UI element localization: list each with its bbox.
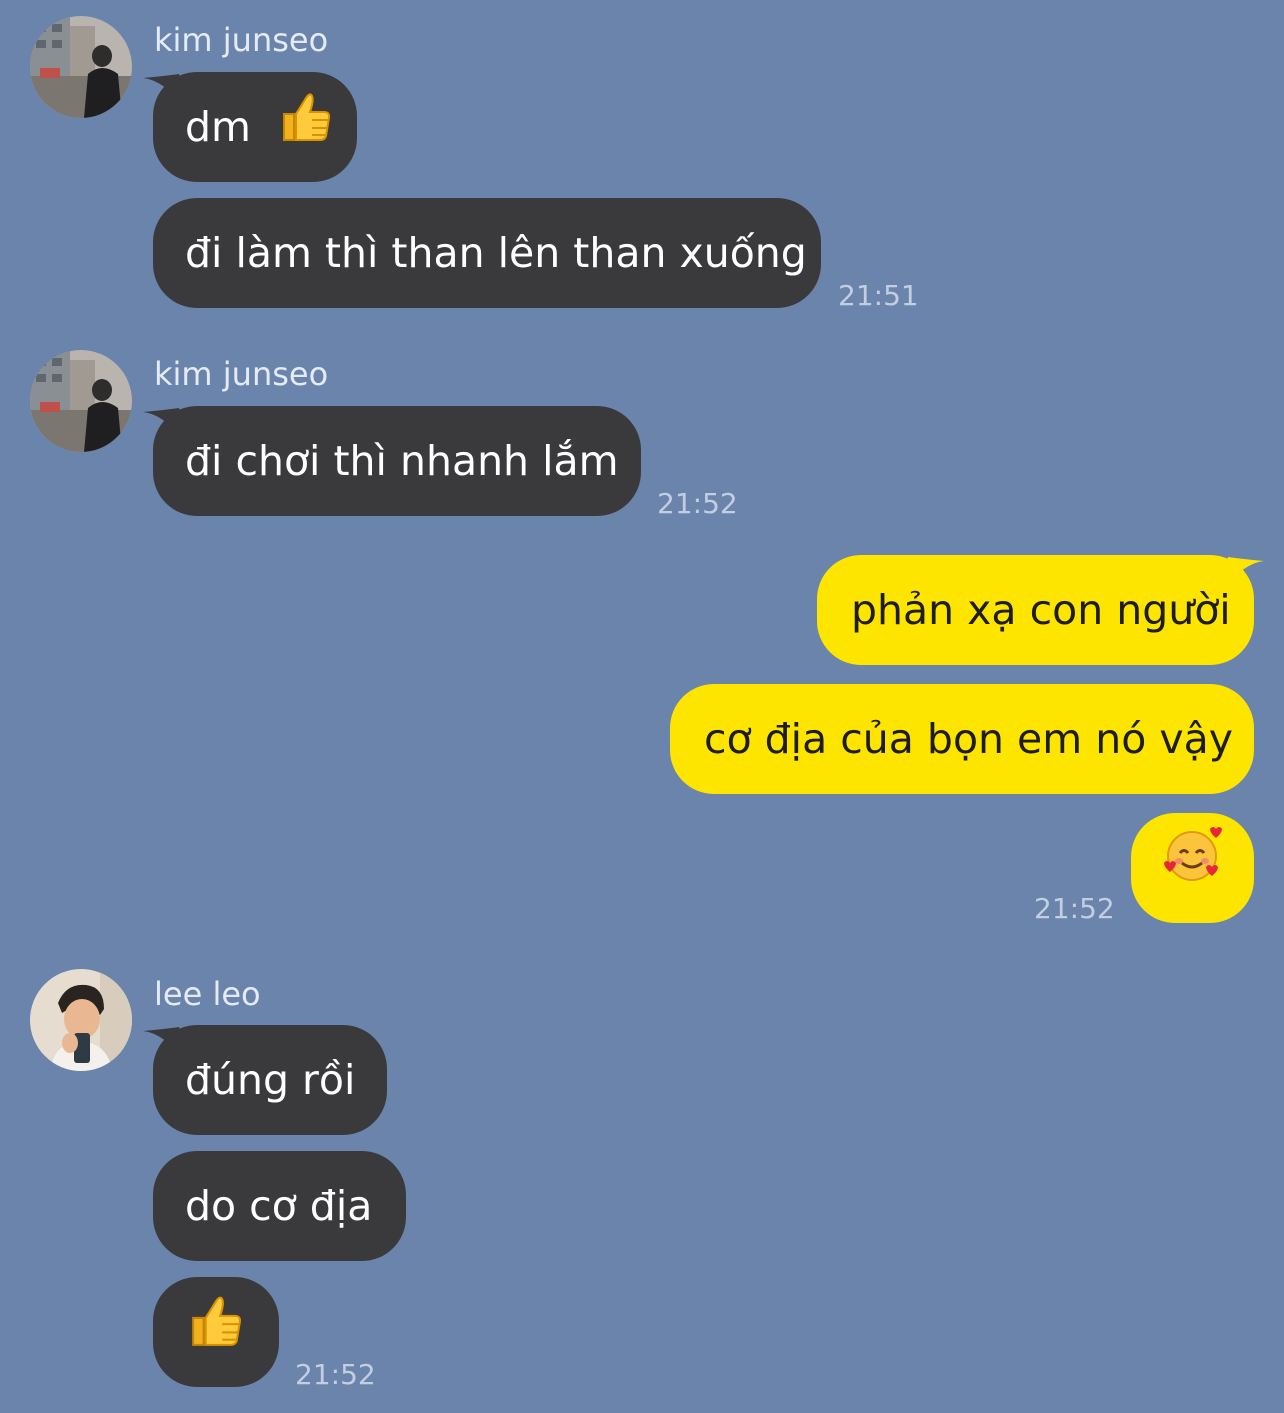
avatar-kim-junseo[interactable]	[30, 16, 132, 118]
message-text: cơ địa của bọn em nó vậy	[704, 715, 1233, 763]
message-bubble[interactable]: đúng rồi	[143, 1025, 387, 1135]
thumbs-up-icon	[187, 1280, 245, 1390]
bubble-tail	[143, 408, 187, 438]
message-bubble[interactable]	[153, 1277, 279, 1387]
sender-name: lee leo	[154, 975, 261, 1013]
sender-name: kim junseo	[154, 21, 329, 59]
message-text: do cơ địa	[185, 1182, 373, 1230]
message-timestamp: 21:51	[838, 279, 919, 312]
sender-name: kim junseo	[154, 355, 329, 393]
bubble-tail	[143, 74, 187, 104]
avatar-lee-leo[interactable]	[30, 969, 132, 1071]
message-text: phản xạ con người	[851, 586, 1231, 634]
message-timestamp: 21:52	[657, 487, 738, 520]
avatar-kim-junseo[interactable]	[30, 350, 132, 452]
message-bubble[interactable]: đi làm thì than lên than xuống	[153, 198, 821, 308]
smiling-face-with-hearts-icon	[1162, 816, 1224, 926]
message-bubble-outgoing[interactable]: cơ địa của bọn em nó vậy	[670, 684, 1254, 794]
message-bubble-outgoing[interactable]: phản xạ con người	[817, 555, 1264, 665]
bubble-tail	[1220, 557, 1264, 587]
message-text: dm	[185, 103, 251, 151]
message-bubble[interactable]: do cơ địa	[153, 1151, 406, 1261]
message-timestamp: 21:52	[1034, 892, 1115, 925]
message-timestamp: 21:52	[295, 1358, 376, 1391]
message-bubble[interactable]: đi chơi thì nhanh lắm	[143, 406, 641, 516]
message-bubble-outgoing[interactable]	[1131, 813, 1254, 923]
bubble-tail	[143, 1027, 187, 1057]
message-bubble[interactable]: dm	[143, 72, 357, 185]
thumbs-up-icon	[278, 75, 334, 185]
message-text: đi làm thì than lên than xuống	[185, 229, 807, 277]
message-text: đúng rồi	[185, 1056, 356, 1104]
message-text: đi chơi thì nhanh lắm	[185, 437, 619, 485]
